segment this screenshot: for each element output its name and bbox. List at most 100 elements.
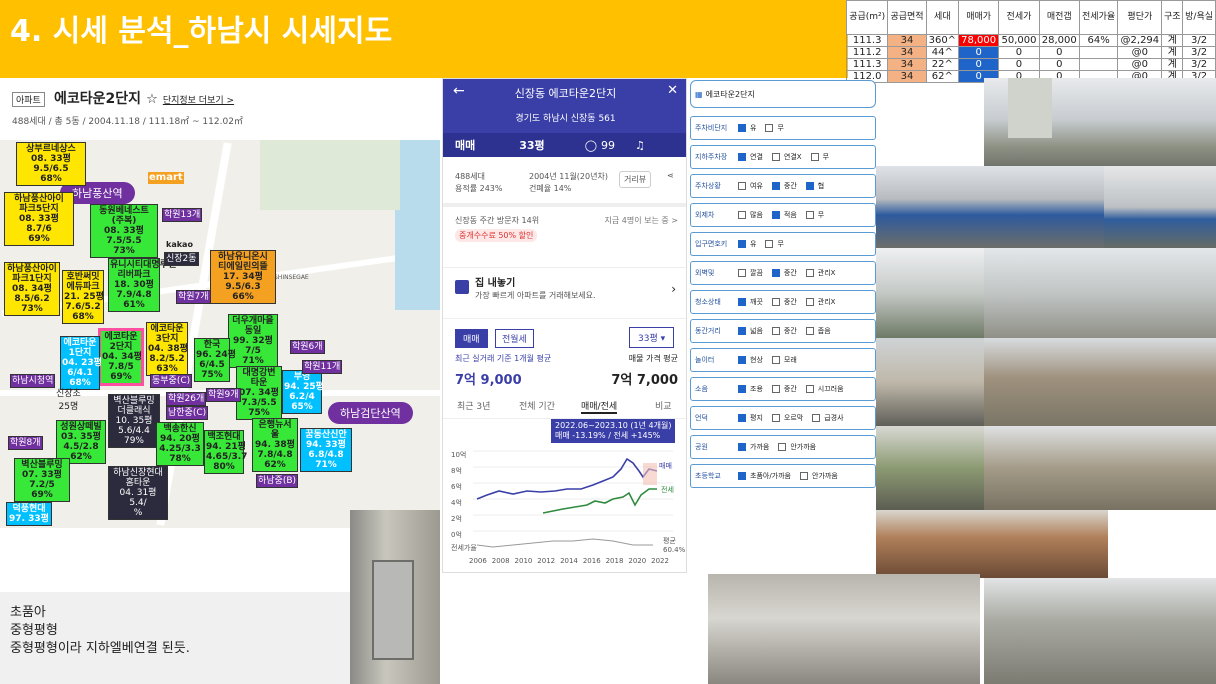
- checkbox-label: 오르막: [783, 414, 804, 422]
- viewers-now[interactable]: 지금 4명이 보는 중 >: [605, 215, 678, 226]
- map-label[interactable]: 신장2동: [164, 252, 199, 266]
- checkbox[interactable]: [738, 327, 746, 335]
- map-label[interactable]: 학원6개: [290, 340, 325, 354]
- checkbox-label: 협: [817, 182, 825, 190]
- checkbox[interactable]: [805, 269, 814, 277]
- map-label[interactable]: 동원베네스트 (주복) 08. 33평 7.5/5.5 73%: [90, 204, 158, 258]
- star-icon[interactable]: ☆: [146, 92, 158, 107]
- map-label[interactable]: 에코타운 1단지 04. 23평 6/4.1 68%: [60, 336, 102, 390]
- checkbox[interactable]: [738, 443, 746, 451]
- map-label[interactable]: 하남시청역: [10, 374, 56, 388]
- map-label[interactable]: 대명강변 타운 07. 34평 7.3/5.5 75%: [236, 366, 282, 420]
- map-label[interactable]: 유니시티대명루첸 리버파크 18. 30평 7.9/4.8 61%: [108, 258, 176, 312]
- checkbox-label: 시끄러움: [817, 385, 844, 393]
- checkbox[interactable]: [738, 124, 746, 132]
- map-label[interactable]: 학원13개: [162, 208, 203, 222]
- table-cell: 62^: [925, 70, 960, 83]
- map-label[interactable]: 학원11개: [302, 360, 343, 374]
- period-tab[interactable]: 전체 기간: [519, 399, 555, 412]
- checkbox[interactable]: [765, 124, 774, 132]
- bell-icon[interactable]: ♫: [635, 139, 645, 152]
- checkbox[interactable]: [738, 182, 746, 190]
- checkbox[interactable]: [771, 385, 780, 393]
- checkbox[interactable]: [771, 327, 780, 335]
- table-cell: 22^: [925, 58, 960, 71]
- size-dropdown[interactable]: 33평 ▾: [629, 327, 675, 348]
- checkbox[interactable]: [771, 269, 780, 277]
- checkbox[interactable]: [771, 356, 780, 364]
- period-tab[interactable]: 매매/전세: [581, 399, 618, 414]
- map-label[interactable]: 부영 94. 25평 6.2/4 65%: [282, 370, 324, 414]
- map-label[interactable]: 하남풍산아이 파크1단지 08. 34평 8.5/6.2 73%: [4, 262, 60, 316]
- map-label[interactable]: 백조현대 94. 21평 4.65/3.7 80%: [204, 430, 247, 474]
- checkbox-label: 좁음: [817, 327, 831, 335]
- map-label[interactable]: 하남유니온시 티에일린의뜰 17. 34평 9.5/6.3 66%: [210, 250, 276, 304]
- checkbox[interactable]: [805, 298, 814, 306]
- map-label[interactable]: 호반써밋 에듀파크 21. 25평 7.6/5.2 68%: [62, 270, 104, 324]
- map-label[interactable]: 꿈동산신안 94. 33평 6.8/4.8 71%: [300, 428, 352, 472]
- close-icon[interactable]: ✕: [667, 83, 678, 98]
- x-tick: 2012: [537, 557, 556, 565]
- checkbox[interactable]: [738, 211, 746, 219]
- share-icon[interactable]: ⋖: [667, 171, 674, 180]
- map-label[interactable]: 학원26개: [166, 392, 207, 406]
- tab-rent[interactable]: 전월세: [495, 329, 534, 348]
- checkbox[interactable]: [805, 385, 814, 393]
- tab-sale[interactable]: 매매: [455, 329, 488, 348]
- map-label[interactable]: 남한중(C): [166, 406, 209, 420]
- map-label[interactable]: 학원8개: [8, 436, 43, 450]
- checkbox[interactable]: [771, 414, 780, 422]
- checkbox[interactable]: [738, 414, 746, 422]
- checklist-key: 언덕: [695, 414, 708, 422]
- table-header: 전세가율: [1078, 0, 1119, 35]
- checkbox[interactable]: [738, 298, 746, 306]
- map-label[interactable]: 하남풍산아이 파크5단지 08. 33평 8.7/6 69%: [4, 192, 74, 246]
- checkbox[interactable]: [805, 211, 814, 219]
- map-label[interactable]: 에코타운 3단지 04. 38평 8.2/5.2 63%: [146, 322, 188, 376]
- checkbox[interactable]: [738, 269, 746, 277]
- checkbox[interactable]: [771, 153, 780, 161]
- map-label[interactable]: 동부중(C): [150, 374, 193, 388]
- period-tab[interactable]: 최근 3년: [457, 399, 490, 412]
- checkbox[interactable]: [738, 356, 746, 364]
- checkbox[interactable]: [810, 153, 819, 161]
- recent-value: 7억 9,000: [455, 373, 522, 388]
- checkbox[interactable]: [771, 298, 780, 306]
- map-label[interactable]: 상부르네상스 08. 33평 9.5/6.5 68%: [16, 142, 86, 186]
- sell-section[interactable]: 집 내놓기 가장 빠르게 아파트를 거래해보세요. ›: [443, 267, 686, 319]
- checkbox[interactable]: [805, 182, 814, 190]
- street-view-button[interactable]: 거리뷰: [619, 171, 652, 188]
- map-label[interactable]: 학원7개: [176, 290, 211, 304]
- checkbox[interactable]: [738, 472, 746, 480]
- checkbox[interactable]: [765, 240, 774, 248]
- checkbox[interactable]: [771, 211, 780, 219]
- map-label[interactable]: 에코타운 2단지 04. 34평 7.8/5 69%: [98, 328, 144, 386]
- checklist-row: 지하주차장 연결 연결X 무: [690, 145, 876, 169]
- stat-built: 2004년 11월(20년차): [529, 172, 608, 181]
- map-label[interactable]: 하남중(B): [256, 474, 299, 488]
- checkbox-label: 연결X: [783, 153, 802, 161]
- map-label[interactable]: 은행뉴서 울 94. 38평 7.8/4.8 62%: [252, 418, 298, 472]
- checkbox[interactable]: [771, 182, 780, 190]
- map-label[interactable]: 벽산블루밍 07. 33평 7.2/5 69%: [14, 458, 70, 502]
- period-tab[interactable]: 비교: [655, 399, 672, 412]
- checkbox[interactable]: [800, 472, 808, 480]
- checkbox[interactable]: [738, 153, 746, 161]
- trade-type[interactable]: 매매: [455, 137, 475, 153]
- map-label[interactable]: 백송한신 94. 20평 4.25/3.3 78%: [156, 422, 204, 466]
- checkbox[interactable]: [738, 385, 746, 393]
- map-label[interactable]: 하남신장현대 홈타운 04. 31평 5.4/ %: [108, 466, 168, 520]
- size-select[interactable]: 33평: [519, 137, 544, 153]
- map-label[interactable]: 한국 96. 24평 6/4.5 75%: [194, 338, 236, 382]
- price-chart[interactable]: 2022.06~2023.10 (1년 4개월) 매매 -13.19% / 전세…: [443, 419, 686, 569]
- comment-icon[interactable]: ◯: [585, 139, 597, 152]
- map-label[interactable]: 벽산블루밍 더클래식 10. 35평 5.6/4.4 79%: [108, 394, 160, 448]
- map-label[interactable]: 덕풍현대 97. 33평: [6, 502, 52, 526]
- checkbox[interactable]: [778, 443, 787, 451]
- complex-info-link[interactable]: 단지정보 더보기 >: [163, 96, 234, 106]
- checkbox[interactable]: [805, 327, 814, 335]
- price-map[interactable]: 하남풍산역 하남검단산역 emart kakao SHINSEGAE 상부르네상…: [0, 140, 440, 528]
- map-label[interactable]: 학원9개: [206, 388, 241, 402]
- checkbox[interactable]: [738, 240, 746, 248]
- checkbox[interactable]: [812, 414, 821, 422]
